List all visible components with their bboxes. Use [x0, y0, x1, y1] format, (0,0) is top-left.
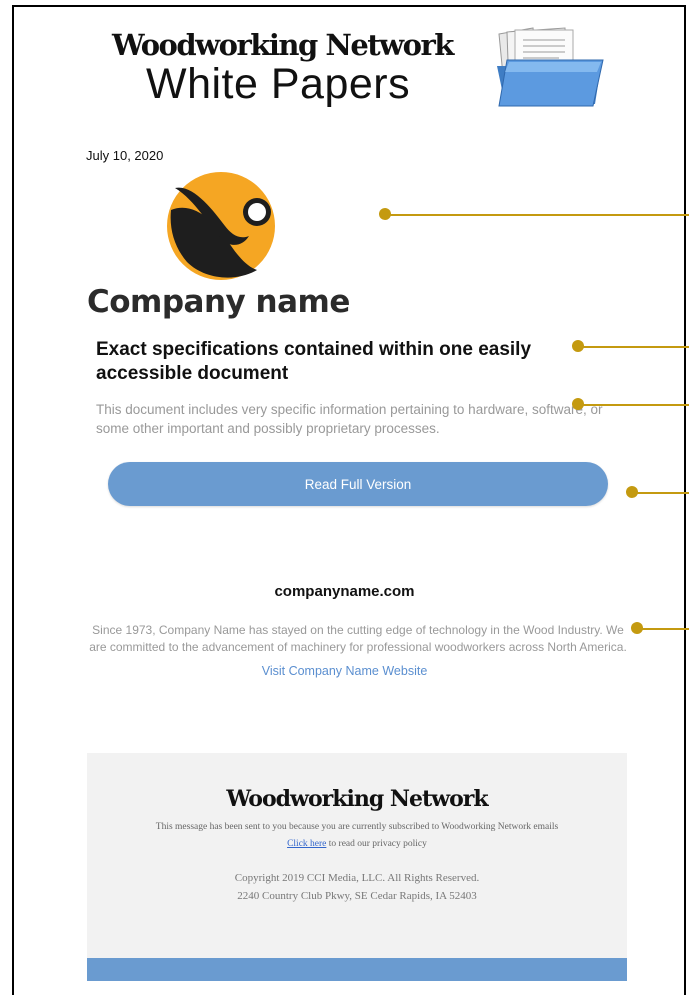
callout-line-button [632, 492, 689, 494]
footer-accent-bar [87, 958, 627, 981]
callout-line-logo [385, 214, 689, 216]
whitepaper-headline: Exact specifications contained within on… [96, 339, 532, 384]
footer-subscription-notice: This message has been sent to you becaus… [155, 822, 559, 832]
email-date: July 10, 2020 [86, 148, 164, 163]
company-site-heading: companyname.com [274, 583, 415, 600]
header-brand: Woodworking Network [112, 28, 454, 62]
company-about-text: Since 1973, Company Name has stayed on t… [89, 623, 627, 654]
company-logo-icon [167, 172, 275, 280]
whitepaper-description: This document includes very specific inf… [96, 402, 603, 436]
footer-privacy-line: Click here to read our privacy policy [87, 839, 627, 849]
folder-documents-icon [497, 27, 604, 107]
privacy-link[interactable]: Click here [287, 839, 326, 849]
footer-copyright: Copyright 2019 CCI Media, LLC. All Right… [234, 872, 480, 884]
privacy-text: to read our privacy policy [326, 839, 427, 849]
header-subtitle: White Papers [146, 60, 411, 108]
footer-brand: Woodworking Network [226, 786, 488, 812]
footer-copyright-block: Copyright 2019 CCI Media, LLC. All Right… [87, 869, 627, 905]
visit-website-link[interactable]: Visit Company Name Website [0, 664, 689, 678]
callout-line-headline [578, 346, 689, 348]
callout-line-description [578, 404, 689, 406]
footer-address: 2240 Country Club Pkwy, SE Cedar Rapids,… [237, 890, 477, 902]
email-footer: Woodworking Network This message has bee… [87, 753, 627, 958]
callout-line-about [637, 628, 689, 630]
company-logo-text: Company name [87, 284, 350, 320]
read-full-version-button[interactable]: Read Full Version [108, 462, 608, 506]
